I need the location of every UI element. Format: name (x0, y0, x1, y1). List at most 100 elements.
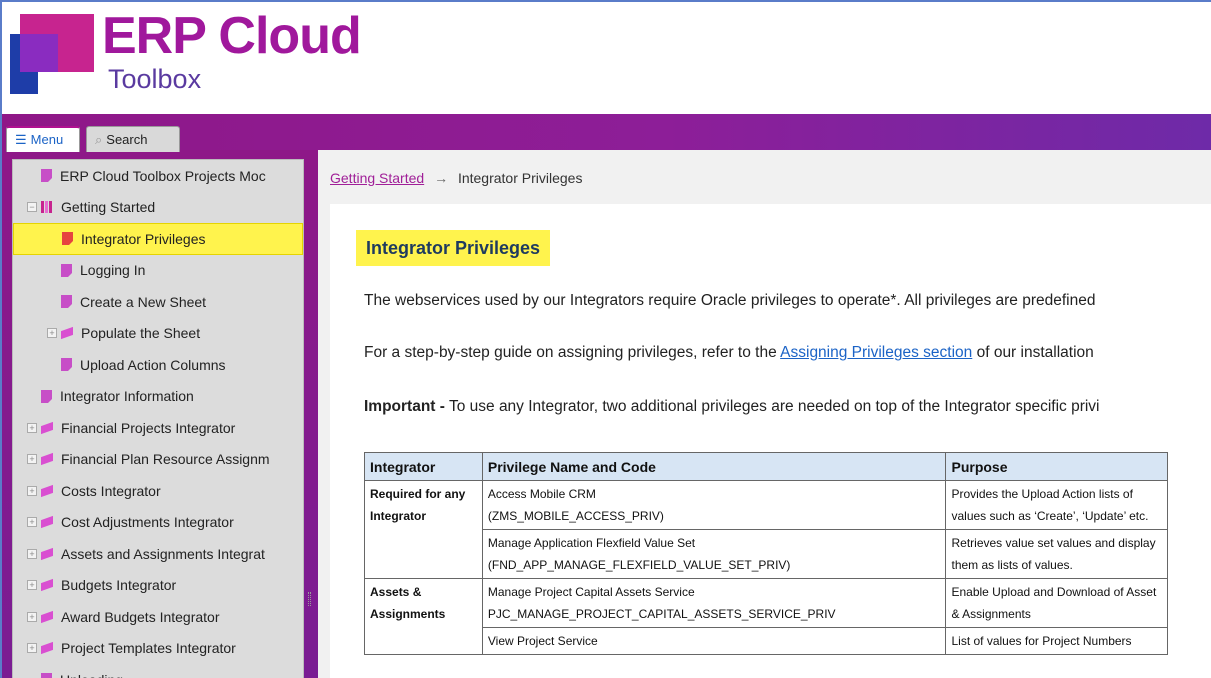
erp-cloud-logo-icon[interactable] (10, 14, 94, 94)
expand-icon[interactable]: + (47, 328, 57, 339)
book-icon (41, 548, 55, 560)
book-icon (41, 642, 55, 654)
table-cell-privilege: View Project Service (481, 627, 947, 655)
sidebar-item[interactable]: Integrator Information (13, 381, 303, 413)
intro-paragraph: The webservices used by our Integrators … (364, 292, 1096, 309)
sidebar-item-label: Project Templates Integrator (61, 640, 236, 657)
table-cell-purpose: Retrieves value set values and display t… (945, 529, 1168, 579)
table-cell-privilege: Manage Project Capital Assets Service PJC… (481, 578, 947, 628)
sidebar-item-label: Financial Projects Integrator (61, 419, 236, 436)
sidebar-item[interactable]: + Award Budgets Integrator (13, 601, 303, 633)
column-header-privilege: Privilege Name and Code (481, 452, 947, 481)
sidebar-item[interactable]: + Populate the Sheet (13, 318, 303, 350)
sidebar-item-label: Logging In (80, 262, 146, 279)
page-icon (62, 232, 73, 246)
table-header-row: Integrator Privilege Name and Code Purpo… (364, 452, 1168, 481)
expand-icon[interactable]: + (27, 454, 37, 465)
page-icon (61, 263, 72, 277)
important-label: Important - (364, 398, 445, 415)
sidebar-item-label: Financial Plan Resource Assignm (61, 451, 270, 468)
table-cell-purpose: Provides the Upload Action lists of valu… (945, 480, 1168, 530)
sidebar-item[interactable]: − Getting Started (13, 192, 303, 224)
sidebar-item[interactable]: + Costs Integrator (13, 475, 303, 507)
sidebar-item[interactable]: + Assets and Assignments Integrat (13, 538, 303, 570)
content-area: Getting Started → Integrator Privileges … (318, 150, 1211, 678)
page-icon (61, 358, 72, 372)
expand-icon[interactable]: + (27, 611, 37, 622)
tab-menu[interactable]: ☰ Menu (6, 126, 80, 152)
sidebar-resize-handle[interactable] (308, 592, 311, 606)
guide-paragraph: For a step-by-step guide on assigning pr… (364, 344, 1094, 362)
sidebar-item[interactable]: + Project Templates Integrator (13, 633, 303, 665)
privilege-name: Access Mobile CRM (487, 487, 596, 501)
table-row: Assets & Assignments Manage Project Capi… (364, 578, 1168, 655)
breadcrumb: Getting Started → Integrator Privileges (330, 170, 582, 186)
sidebar-item[interactable]: Create a New Sheet (13, 286, 303, 318)
assigning-privileges-link[interactable]: Assigning Privileges section (780, 344, 972, 361)
sidebar-item-label: Uploading (60, 672, 123, 678)
expand-icon[interactable]: + (27, 422, 37, 433)
privilege-code: (ZMS_MOBILE_ACCESS_PRIV) (487, 509, 664, 523)
guide-text-before: For a step-by-step guide on assigning pr… (364, 344, 781, 361)
table-cell-purpose: Enable Upload and Download of Asset & As… (945, 578, 1168, 628)
sidebar-item[interactable]: Integrator Privileges (13, 223, 303, 255)
tab-search-label: Search (106, 131, 148, 147)
sidebar-item[interactable]: + Financial Plan Resource Assignm (13, 444, 303, 476)
site-header: ERP Cloud Toolbox (2, 2, 1211, 114)
privilege-code: PJC_MANAGE_PROJECT_CAPITAL_ASSETS_SERVIC… (487, 607, 836, 621)
privilege-name: Manage Application Flexfield Value Set (487, 536, 696, 550)
column-header-purpose: Purpose (945, 452, 1168, 481)
open-book-icon (41, 201, 55, 214)
sidebar-item-label: Populate the Sheet (81, 325, 201, 342)
tab-menu-label: Menu (30, 132, 64, 147)
page-icon (41, 389, 52, 403)
page-icon (41, 169, 52, 183)
collapse-icon[interactable]: − (27, 202, 37, 213)
privilege-code: (FND_APP_MANAGE_FLEXFIELD_VALUE_SET_PRIV… (487, 558, 791, 572)
sidebar-menu[interactable]: ERP Cloud Toolbox Projects Moc − Getting S… (12, 159, 304, 678)
sidebar-item[interactable]: + Financial Projects Integrator (13, 412, 303, 444)
sidebar-item-label: Integrator Information (60, 388, 194, 405)
brand-title[interactable]: ERP Cloud (102, 6, 362, 66)
book-icon (41, 485, 55, 497)
expand-icon[interactable]: + (27, 548, 37, 559)
expand-icon[interactable]: + (27, 517, 37, 528)
page-title: Integrator Privileges (356, 230, 551, 266)
expand-icon[interactable]: + (27, 643, 37, 654)
breadcrumb-link-getting-started[interactable]: Getting Started (330, 170, 424, 186)
important-text: To use any Integrator, two additional pr… (444, 398, 1100, 415)
expand-icon[interactable]: + (27, 580, 37, 591)
sidebar-item-label: Award Budgets Integrator (61, 608, 220, 625)
sidebar-item[interactable]: + Budgets Integrator (13, 570, 303, 602)
sidebar-item[interactable]: ERP Cloud Toolbox Projects Moc (13, 160, 303, 192)
sidebar-item[interactable]: Logging In (13, 255, 303, 287)
privilege-name: Manage Project Capital Assets Service (487, 585, 695, 599)
sidebar-item[interactable]: Uploading (13, 664, 303, 678)
sidebar-item[interactable]: + Cost Adjustments Integrator (13, 507, 303, 539)
sidebar-item-label: Upload Action Columns (80, 356, 226, 373)
book-icon (41, 579, 55, 591)
sidebar-item-label: Integrator Privileges (81, 230, 206, 247)
book-icon (41, 516, 55, 528)
book-icon (61, 327, 75, 339)
table-cell-purpose: List of values for Project Numbers (945, 627, 1168, 655)
page-icon (61, 295, 72, 309)
sidebar-item-label: Costs Integrator (61, 482, 161, 499)
expand-icon[interactable]: + (27, 485, 37, 496)
tab-search[interactable]: ⌕ Search (86, 126, 180, 152)
sidebar-item-label: Cost Adjustments Integrator (61, 514, 234, 531)
book-icon (41, 611, 55, 623)
table-cell-group: Assets & Assignments (364, 578, 483, 655)
table-row: View Project Service List of values for … (365, 627, 1168, 655)
table-cell-privilege: Manage Application Flexfield Value Set (F… (481, 529, 947, 579)
sidebar-item-label: Assets and Assignments Integrat (61, 545, 265, 562)
sidebar-item[interactable]: Upload Action Columns (13, 349, 303, 381)
table-row: Required for any Integrator Access Mobil… (364, 480, 1168, 579)
privileges-table: Integrator Privilege Name and Code Purpo… (364, 452, 1168, 655)
sidebar-item-label: ERP Cloud Toolbox Projects Moc (60, 167, 266, 184)
page-icon (41, 673, 52, 678)
header-band (2, 114, 1211, 150)
